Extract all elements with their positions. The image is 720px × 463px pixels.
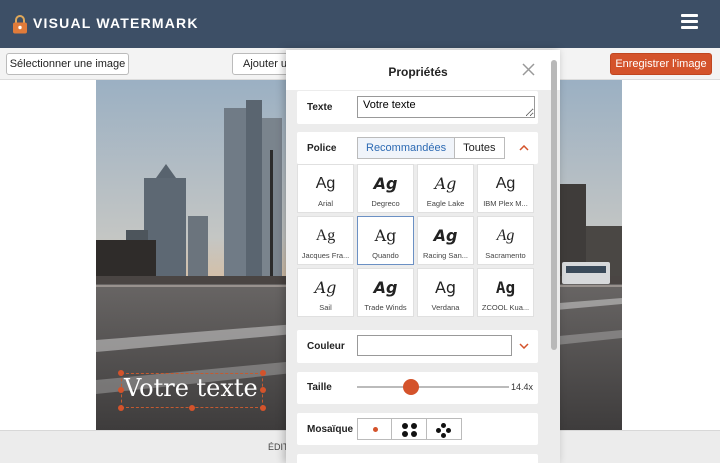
font-option[interactable]: Ag Degreco — [357, 164, 414, 213]
panel-scrollbar[interactable] — [550, 60, 558, 463]
font-preview-glyph: Ag — [434, 278, 457, 297]
font-preview-glyph: Ag — [315, 175, 336, 192]
resize-handle[interactable] — [189, 405, 195, 411]
properties-panel: Propriétés Texte Police Recommandées Tou… — [286, 50, 560, 463]
font-preview-glyph: Ag — [434, 174, 457, 193]
font-option[interactable]: Ag Trade Winds — [357, 268, 414, 317]
font-preview-glyph: Ag — [374, 226, 397, 245]
chevron-up-icon[interactable] — [519, 145, 529, 151]
font-preview-glyph: Ag — [315, 227, 336, 244]
app-title: VISUAL WATERMARK — [33, 15, 199, 31]
font-name-label: IBM Plex M... — [483, 199, 528, 208]
lock-logo-icon — [13, 15, 27, 34]
font-option[interactable]: Ag Jacques Fra... — [297, 216, 354, 265]
font-name-label: Verdana — [431, 303, 460, 312]
font-option[interactable]: Ag Racing San... — [417, 216, 474, 265]
size-slider-track[interactable] — [357, 386, 509, 388]
font-preview-glyph: Ag — [495, 175, 516, 192]
select-image-button[interactable]: Sélectionner une image — [6, 53, 129, 75]
dot-icon — [411, 423, 417, 429]
mosaic-options — [357, 418, 462, 440]
font-name-label: Jacques Fra... — [301, 251, 350, 260]
mosaic-label: Mosaïque — [307, 424, 354, 435]
font-preview-glyph: Ag — [496, 227, 515, 244]
font-label: Police — [307, 143, 337, 154]
resize-handle[interactable] — [118, 405, 124, 411]
font-option[interactable]: Ag Arial — [297, 164, 354, 213]
font-tabs: Recommandées Toutes — [357, 137, 505, 159]
font-preview-glyph: Ag — [314, 278, 337, 297]
mosaic-single-option[interactable] — [357, 418, 392, 440]
dot-icon — [441, 433, 446, 438]
size-slider-knob[interactable] — [403, 379, 419, 395]
panel-title: Propriétés — [388, 65, 448, 79]
font-name-label: ZCOOL Kua... — [481, 303, 530, 312]
font-option[interactable]: Ag Verdana — [417, 268, 474, 317]
size-label: Taille — [307, 382, 332, 393]
font-name-label: Racing San... — [422, 251, 469, 260]
dot-icon — [446, 428, 451, 433]
resize-handle[interactable] — [260, 405, 266, 411]
font-name-label: Trade Winds — [364, 303, 407, 312]
font-option[interactable]: Ag Sail — [297, 268, 354, 317]
color-input[interactable] — [357, 335, 512, 356]
dot-icon — [411, 431, 417, 437]
font-preview-glyph: Ag — [433, 226, 458, 245]
tab-all[interactable]: Toutes — [455, 137, 505, 159]
single-dot-icon — [373, 427, 378, 432]
font-name-label: Quando — [372, 251, 399, 260]
dot-icon — [402, 431, 408, 437]
font-option[interactable]: Ag Eagle Lake — [417, 164, 474, 213]
close-icon[interactable] — [522, 63, 535, 76]
text-label: Texte — [307, 102, 333, 113]
font-name-label: Sail — [319, 303, 332, 312]
font-option[interactable]: Ag ZCOOL Kua... — [477, 268, 534, 317]
hamburger-menu-icon[interactable] — [681, 14, 701, 32]
dot-icon — [436, 428, 441, 433]
dot-icon — [441, 423, 446, 428]
font-preview-glyph: Ag — [373, 174, 398, 193]
font-option[interactable]: Ag Sacramento — [477, 216, 534, 265]
chevron-down-icon[interactable] — [519, 343, 529, 349]
mosaic-five-option[interactable] — [427, 418, 462, 440]
font-name-label: Degreco — [371, 199, 400, 208]
resize-handle[interactable] — [260, 370, 266, 376]
next-card — [297, 454, 538, 463]
mosaic-four-option[interactable] — [392, 418, 427, 440]
size-value: 14.4x — [511, 382, 534, 392]
watermark-text-input[interactable] — [357, 96, 535, 118]
resize-handle[interactable] — [260, 387, 266, 393]
font-option[interactable]: Ag Quando — [357, 216, 414, 265]
color-label: Couleur — [307, 341, 345, 352]
dot-icon — [402, 423, 408, 429]
scrollbar-thumb[interactable] — [551, 60, 557, 350]
font-preview-glyph: Ag — [373, 278, 398, 297]
font-name-label: Eagle Lake — [426, 199, 465, 208]
font-name-label: Sacramento — [485, 251, 526, 260]
font-option[interactable]: Ag IBM Plex M... — [477, 164, 534, 213]
tab-recommended[interactable]: Recommandées — [357, 137, 456, 159]
save-image-button[interactable]: Enregistrer l'image — [610, 53, 712, 75]
font-preview-glyph: Ag — [495, 278, 516, 297]
watermark-text[interactable]: Votre texte — [124, 374, 258, 402]
font-name-label: Arial — [317, 199, 333, 208]
